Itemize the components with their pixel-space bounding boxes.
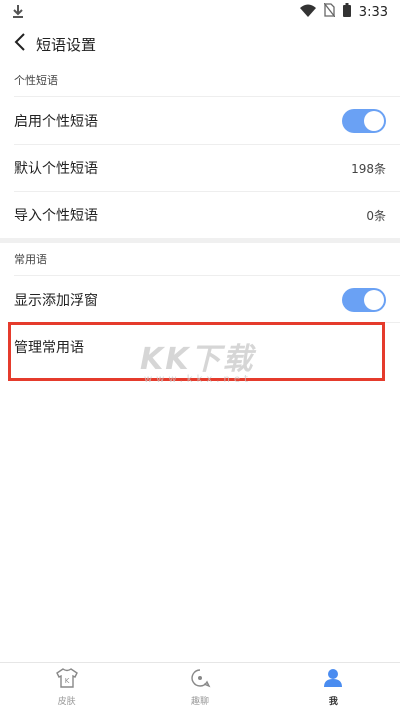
back-button[interactable] bbox=[10, 29, 30, 59]
imported-phrases-count: 0条 bbox=[366, 208, 386, 223]
tab-me[interactable]: 我 bbox=[267, 663, 400, 712]
highlight-box bbox=[8, 322, 385, 381]
row-label: 默认个性短语 bbox=[14, 161, 98, 177]
tab-skin[interactable]: K 皮肤 bbox=[0, 663, 133, 712]
tab-label: 趣聊 bbox=[190, 697, 209, 707]
nav-bar: 短语设置 bbox=[0, 24, 400, 64]
shirt-icon: K bbox=[55, 668, 78, 692]
enable-personal-phrases-toggle[interactable] bbox=[342, 109, 386, 133]
row-label: 导入个性短语 bbox=[14, 208, 98, 224]
section-header-personal: 个性短语 bbox=[14, 74, 58, 87]
row-import-personal-phrases[interactable]: 导入个性短语 0条 bbox=[0, 192, 400, 238]
page-title: 短语设置 bbox=[36, 35, 97, 54]
default-phrases-count: 198条 bbox=[351, 161, 386, 176]
tab-label: 我 bbox=[328, 697, 338, 707]
chevron-left-icon bbox=[14, 33, 26, 55]
svg-text:K: K bbox=[64, 677, 69, 685]
wifi-icon bbox=[299, 4, 316, 21]
person-icon bbox=[322, 668, 344, 692]
battery-icon bbox=[342, 3, 351, 21]
show-floating-window-toggle[interactable] bbox=[342, 288, 386, 312]
bottom-tab-bar: K 皮肤 趣聊 我 bbox=[0, 662, 400, 712]
divider bbox=[14, 275, 400, 276]
status-bar: 3:33 bbox=[0, 0, 400, 24]
row-label: 显示添加浮窗 bbox=[14, 293, 98, 309]
row-enable-personal-phrases[interactable]: 启用个性短语 bbox=[0, 98, 400, 144]
status-time: 3:33 bbox=[358, 4, 388, 20]
chat-icon bbox=[189, 668, 211, 692]
row-show-add-floating-window[interactable]: 显示添加浮窗 bbox=[0, 277, 400, 323]
tab-label: 皮肤 bbox=[57, 697, 76, 707]
toggle-knob bbox=[364, 111, 384, 131]
section-header-common: 常用语 bbox=[14, 253, 47, 266]
row-default-personal-phrases[interactable]: 默认个性短语 198条 bbox=[0, 145, 400, 191]
row-label: 启用个性短语 bbox=[14, 114, 98, 130]
no-sim-icon bbox=[323, 2, 336, 21]
divider bbox=[14, 96, 400, 97]
toggle-knob bbox=[364, 290, 384, 310]
tab-fun-chat[interactable]: 趣聊 bbox=[133, 663, 266, 712]
download-icon bbox=[12, 3, 24, 22]
